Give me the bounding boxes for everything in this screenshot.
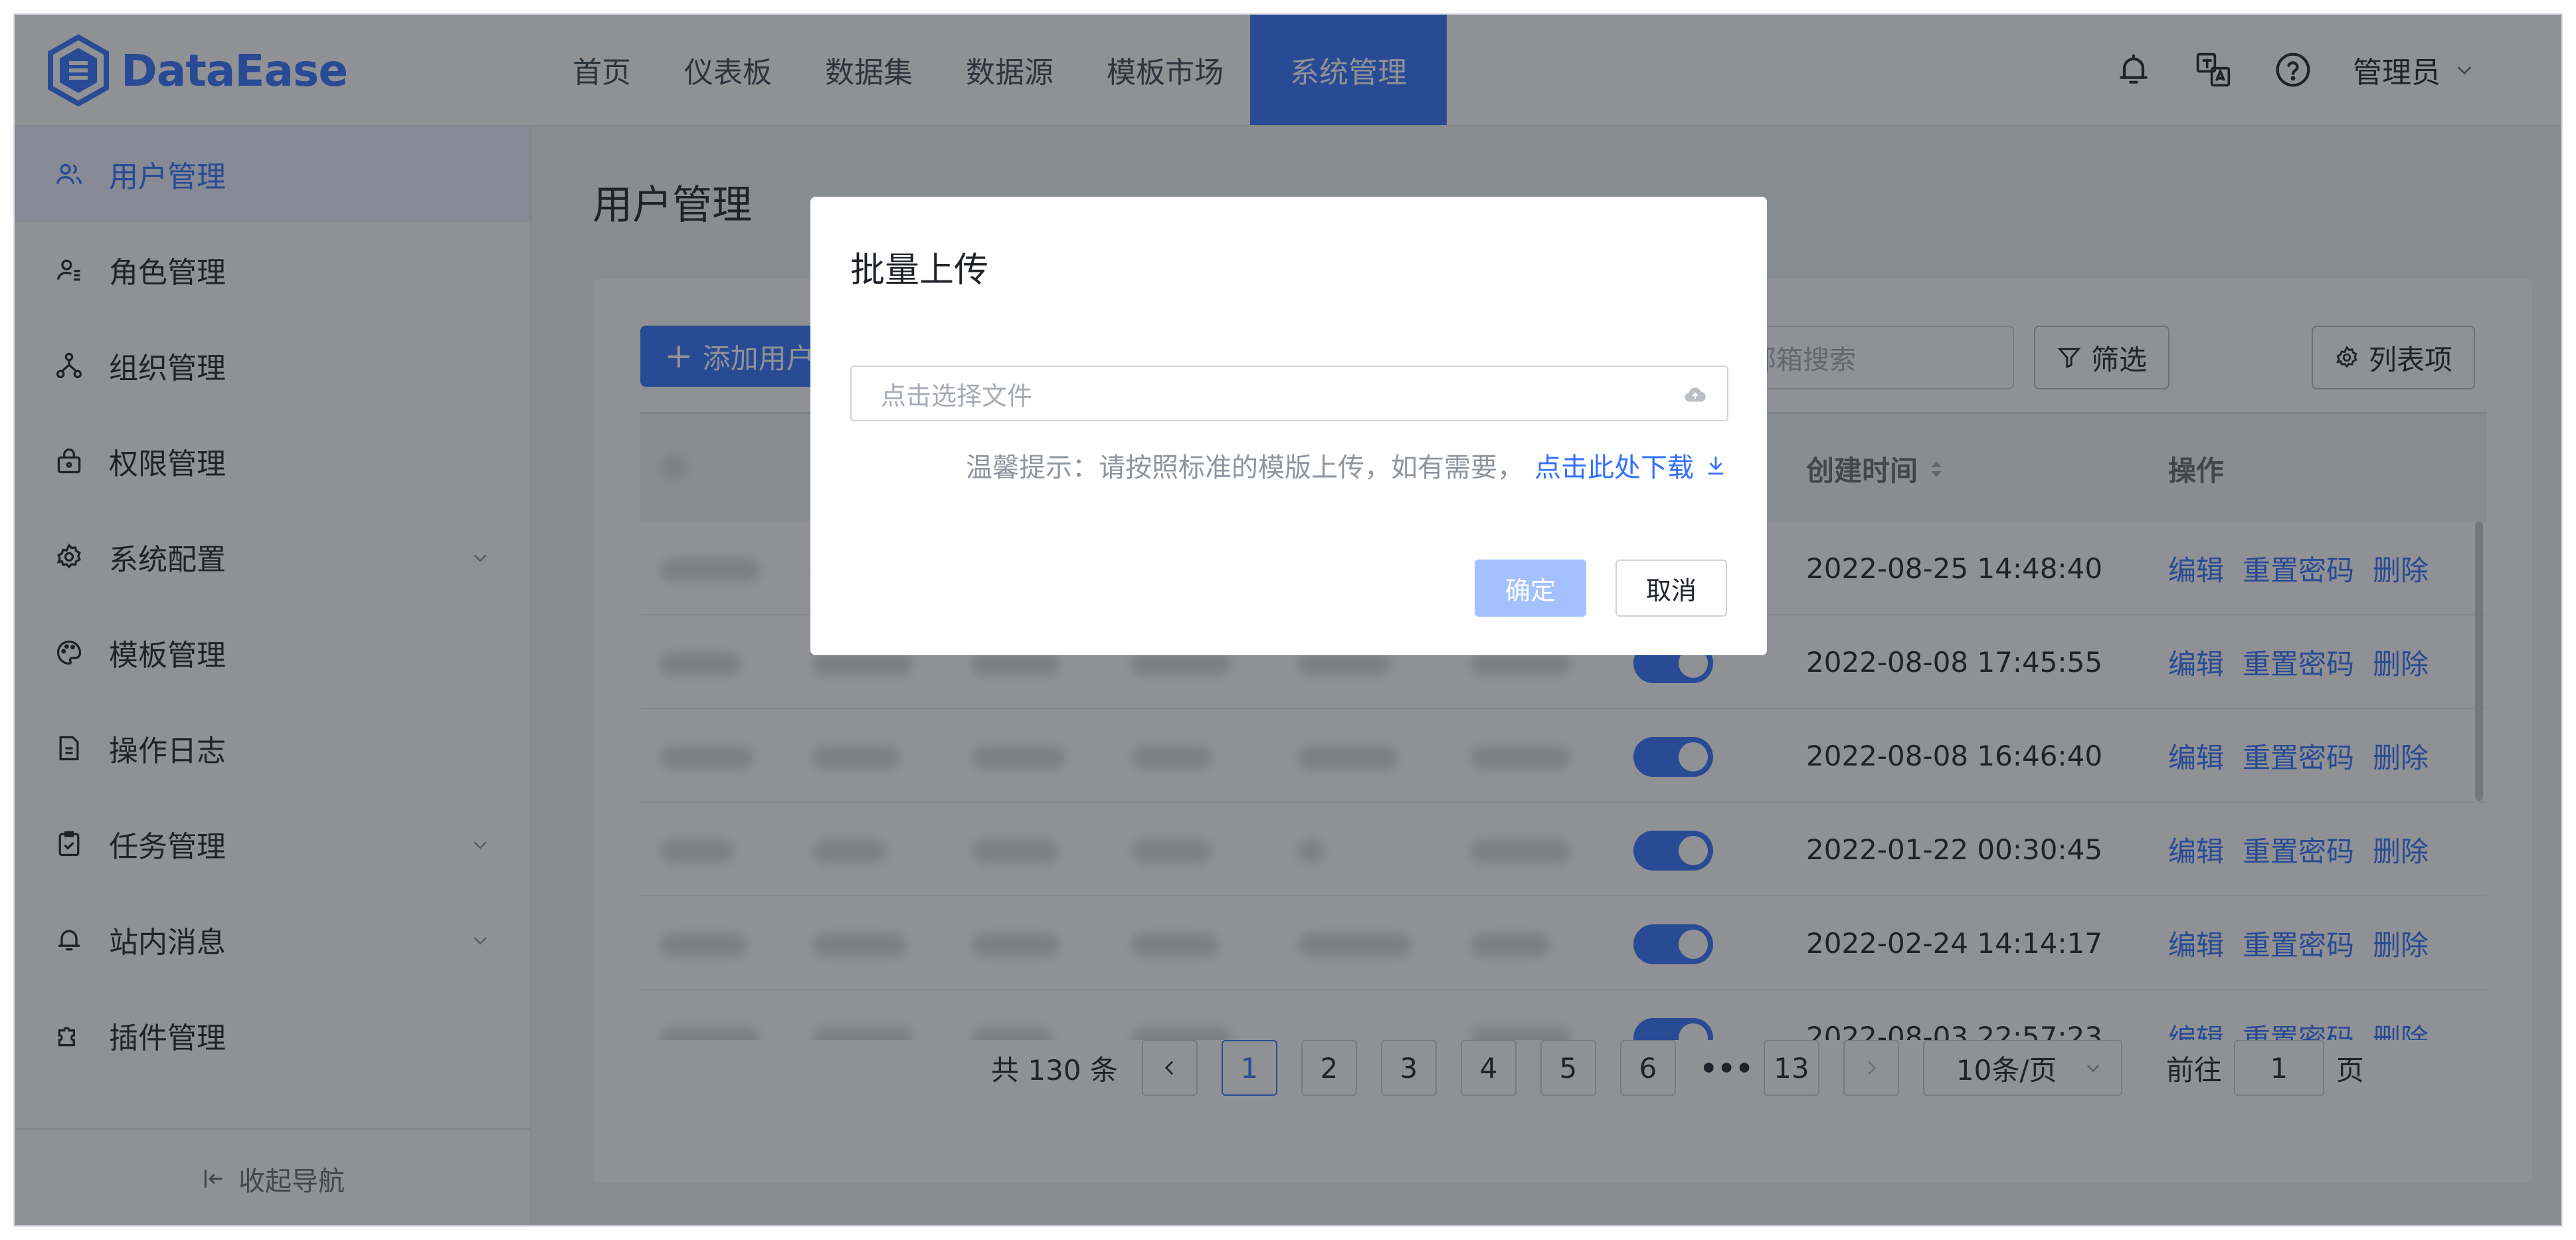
cancel-button[interactable]: 取消	[1615, 560, 1727, 617]
download-template-link[interactable]: 点击此处下载	[1534, 446, 1727, 484]
download-icon	[1708, 457, 1724, 475]
app-window: DataEase 首页 仪表板 数据集 数据源 模板市场 系统管理	[13, 13, 2563, 1227]
cloud-upload-icon	[1685, 387, 1706, 402]
upload-hint: 温馨提示：请按照标准的模版上传，如有需要， 点击此处下载	[966, 445, 1727, 485]
batch-upload-dialog: 批量上传 点击选择文件 温馨提示：请按照标准的模版上传，如有需要， 点击此处下载…	[810, 197, 1767, 655]
hint-text: 温馨提示：请按照标准的模版上传，如有需要，	[966, 453, 1524, 483]
confirm-button[interactable]: 确定	[1475, 560, 1586, 617]
dialog-title: 批量上传	[850, 251, 989, 290]
file-select-input[interactable]: 点击选择文件	[850, 365, 1728, 421]
